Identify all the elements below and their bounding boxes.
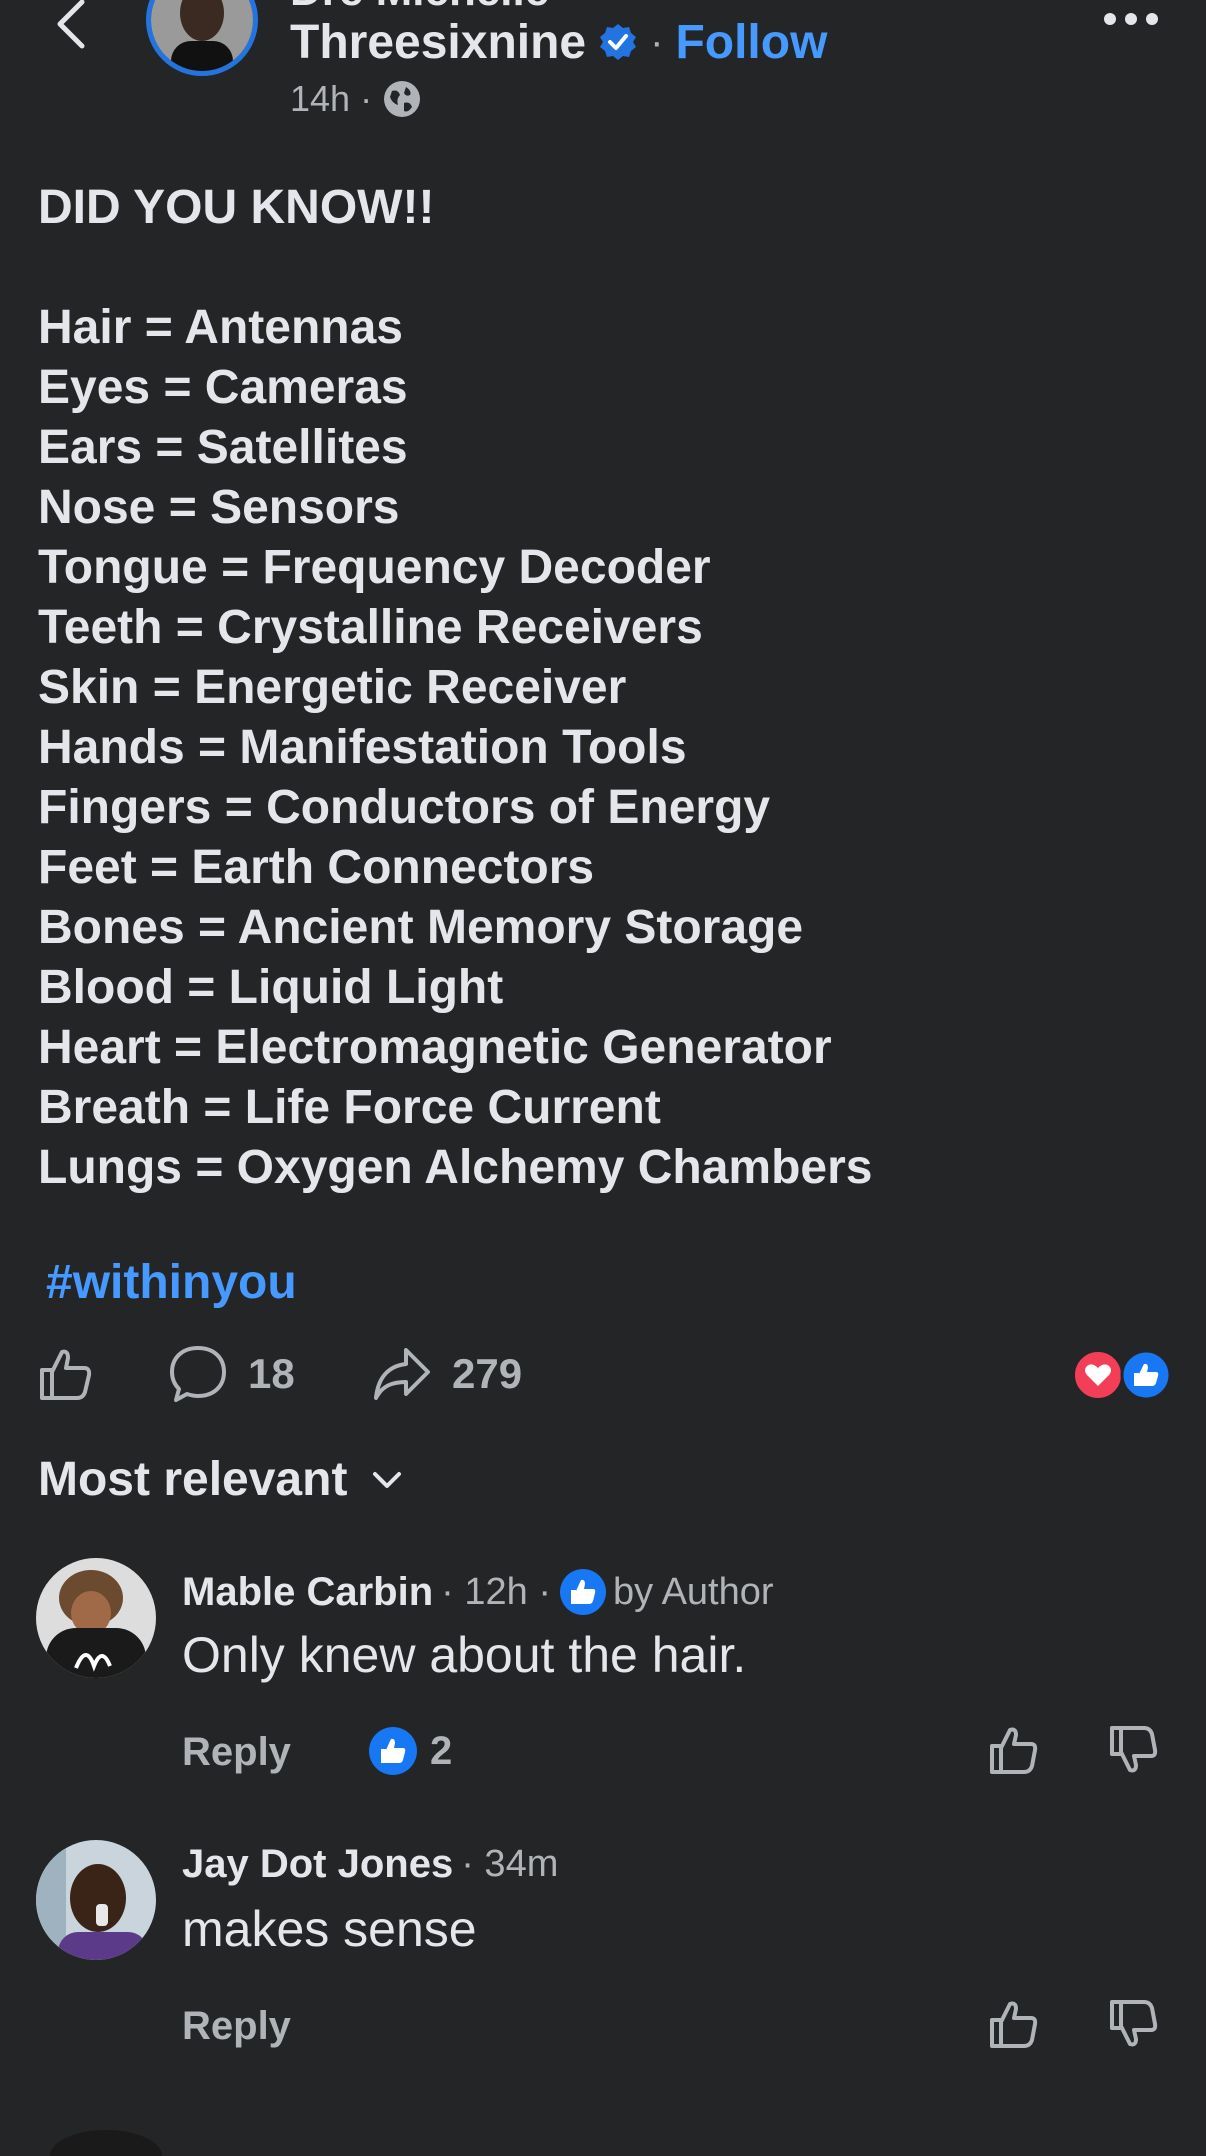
globe-icon	[384, 81, 421, 117]
author-avatar[interactable]	[146, 0, 258, 76]
post-meta: 14h ·	[290, 78, 422, 120]
commenter-avatar[interactable]	[36, 1558, 156, 1678]
author-badge: by Author	[612, 1570, 774, 1613]
comment-text: makes sense	[182, 1901, 477, 1957]
comment-header: Mable Carbin · 12h · by Author	[182, 1568, 774, 1616]
post-line: Bones = Ancient Memory Storage	[38, 901, 804, 954]
comment-icon	[170, 1346, 226, 1402]
post-text: DID YOU KNOW!! Hair = Antennas Eyes = Came…	[38, 178, 1178, 1198]
post-line: Teeth = Crystalline Receivers	[38, 601, 703, 654]
author-liked-icon	[559, 1569, 606, 1615]
post-line: Feet = Earth Connectors	[38, 841, 595, 894]
next-comment-peek	[50, 2130, 162, 2156]
author-row: Threesixnine · Follow	[290, 14, 827, 70]
chevron-down-icon	[373, 1471, 402, 1488]
post-line: Eyes = Cameras	[38, 361, 408, 414]
thumbs-up-icon	[40, 1349, 92, 1400]
post-line: Skin = Energetic Receiver	[38, 661, 627, 714]
author-name[interactable]: Threesixnine	[290, 15, 586, 70]
separator-dot: ·	[650, 19, 664, 64]
post-line: Hair = Antennas	[38, 301, 403, 354]
comment-button[interactable]: 18	[168, 1342, 295, 1406]
downvote-icon[interactable]	[1106, 1996, 1162, 2052]
back-arrow-icon[interactable]	[46, 0, 96, 50]
sort-dropdown[interactable]: Most relevant	[38, 1452, 405, 1507]
post-line: Nose = Sensors	[38, 481, 400, 534]
post-line	[38, 238, 1178, 298]
comment-like-count[interactable]: 2	[368, 1726, 452, 1776]
post-line: Lungs = Oxygen Alchemy Chambers	[38, 1141, 873, 1194]
upvote-icon[interactable]	[986, 1996, 1042, 2052]
commenter-name[interactable]: Jay Dot Jones	[182, 1842, 453, 1887]
post-line: Ears = Satellites	[38, 421, 408, 474]
post-time: 14h ·	[290, 78, 373, 119]
share-button[interactable]: 279	[372, 1342, 522, 1406]
more-options-icon[interactable]	[1100, 4, 1162, 34]
post-line: Breath = Life Force Current	[38, 1081, 661, 1134]
commenter-avatar[interactable]	[36, 1840, 156, 1960]
post-line: Tongue = Frequency Decoder	[38, 541, 711, 594]
share-icon	[374, 1348, 430, 1400]
comment-header: Jay Dot Jones · 34m	[182, 1842, 566, 1887]
post-line: Hands = Manifestation Tools	[38, 721, 687, 774]
comment-text: Only knew about the hair.	[182, 1627, 747, 1683]
reply-button[interactable]: Reply	[182, 2004, 291, 2049]
post-line: Fingers = Conductors of Energy	[38, 781, 771, 834]
share-count: 279	[452, 1350, 523, 1397]
upvote-icon[interactable]	[986, 1722, 1042, 1778]
follow-button[interactable]: Follow	[675, 15, 827, 70]
post-line: Blood = Liquid Light	[38, 961, 504, 1014]
like-reaction-icon	[369, 1727, 417, 1775]
comment-time: · 34m	[461, 1843, 559, 1885]
comment-time: · 12h ·	[441, 1570, 551, 1613]
post-line: DID YOU KNOW!!	[38, 181, 435, 234]
sort-label: Most relevant	[38, 1453, 348, 1506]
like-button[interactable]	[36, 1342, 96, 1406]
comment-count: 18	[248, 1350, 295, 1397]
verified-badge-icon	[600, 24, 637, 60]
hashtag-link[interactable]: #withinyou	[46, 1255, 297, 1310]
reply-button[interactable]: Reply	[182, 1730, 291, 1775]
post-line: Heart = Electromagnetic Generator	[38, 1021, 832, 1074]
reactions-summary-icon[interactable]	[1072, 1350, 1172, 1400]
downvote-icon[interactable]	[1106, 1722, 1162, 1778]
like-count: 2	[430, 1728, 453, 1773]
commenter-name[interactable]: Mable Carbin	[182, 1570, 433, 1615]
